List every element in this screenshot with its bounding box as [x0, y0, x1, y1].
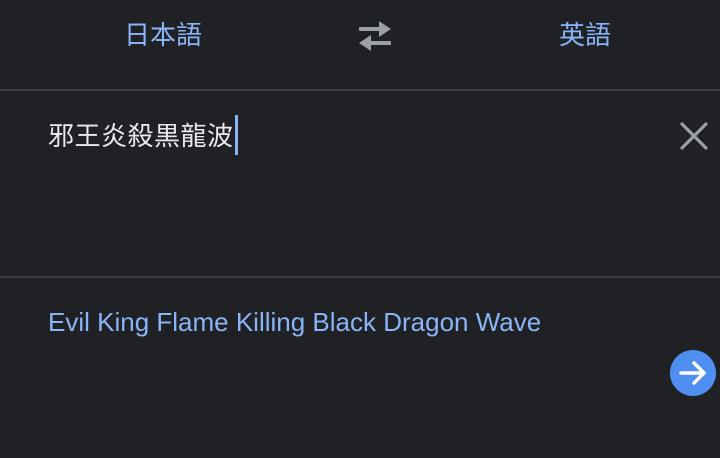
- language-bar: 日本語 英語: [0, 0, 720, 89]
- close-icon: [680, 122, 708, 150]
- source-input-area[interactable]: 邪王炎殺黒龍波: [0, 91, 720, 276]
- text-cursor: [234, 115, 238, 155]
- swap-languages-button[interactable]: [355, 20, 395, 52]
- target-language-button[interactable]: 英語: [559, 19, 611, 53]
- translation-text[interactable]: Evil King Flame Killing Black Dragon Wav…: [48, 304, 541, 340]
- source-text: 邪王炎殺黒龍波: [48, 122, 234, 152]
- source-language-button[interactable]: 日本語: [124, 19, 202, 53]
- translation-output-area: Evil King Flame Killing Black Dragon Wav…: [0, 278, 720, 458]
- clear-input-button[interactable]: [676, 118, 712, 154]
- swap-arrows-icon: [359, 21, 391, 51]
- arrow-right-icon: [679, 361, 706, 385]
- source-text-input[interactable]: 邪王炎殺黒龍波: [48, 115, 238, 155]
- open-translation-button[interactable]: [670, 350, 716, 396]
